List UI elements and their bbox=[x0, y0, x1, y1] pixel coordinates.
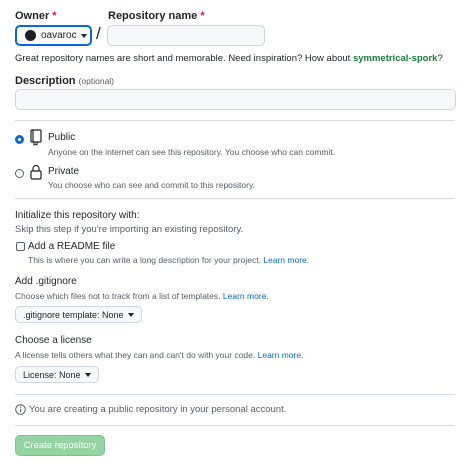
gitignore-description: Choose which files not to track from a l… bbox=[15, 291, 269, 301]
readme-checkbox[interactable] bbox=[16, 242, 25, 251]
owner-name: oavaroc bbox=[41, 30, 77, 41]
suggested-name-link[interactable]: symmetrical-spork bbox=[353, 53, 437, 64]
readme-description: This is where you can write a long descr… bbox=[28, 255, 310, 265]
divider bbox=[15, 394, 455, 395]
init-subtext: Skip this step if you're importing an ex… bbox=[15, 224, 244, 235]
license-button[interactable]: License: None bbox=[15, 366, 99, 383]
public-description: Anyone on the internet can see this repo… bbox=[48, 147, 336, 157]
chevron-down-icon bbox=[84, 372, 91, 377]
public-radio[interactable] bbox=[15, 135, 24, 144]
license-learn-more-link[interactable]: Learn more. bbox=[258, 350, 304, 360]
name-suggestion: Great repository names are short and mem… bbox=[15, 53, 443, 64]
gitignore-heading: Add .gitignore bbox=[15, 276, 77, 287]
init-heading: Initialize this repository with: bbox=[15, 210, 140, 221]
repo-name-input[interactable] bbox=[107, 25, 265, 46]
license-heading: Choose a license bbox=[15, 335, 92, 346]
gitignore-template-button[interactable]: .gitignore template: None bbox=[15, 306, 142, 323]
path-separator: / bbox=[96, 24, 101, 43]
public-label: Public bbox=[48, 132, 76, 143]
private-label: Private bbox=[48, 166, 80, 177]
owner-label: Owner * bbox=[15, 10, 57, 22]
license-description: A license tells others what they can and… bbox=[15, 350, 304, 360]
description-input[interactable] bbox=[15, 89, 456, 110]
gitignore-learn-more-link[interactable]: Learn more. bbox=[223, 291, 269, 301]
divider bbox=[15, 120, 455, 121]
chevron-down-icon bbox=[127, 312, 134, 317]
info-icon bbox=[15, 404, 26, 415]
avatar bbox=[25, 30, 36, 41]
readme-learn-more-link[interactable]: Learn more. bbox=[263, 255, 309, 265]
create-repository-button[interactable]: Create repository bbox=[15, 435, 105, 456]
repo-icon bbox=[30, 129, 42, 146]
readme-label: Add a README file bbox=[28, 241, 116, 252]
divider bbox=[15, 198, 455, 199]
repo-name-label: Repository name * bbox=[108, 10, 205, 22]
description-label: Description (optional) bbox=[15, 75, 115, 87]
chevron-down-icon bbox=[80, 33, 87, 38]
private-radio[interactable] bbox=[15, 169, 24, 178]
visibility-notice: You are creating a public repository in … bbox=[29, 404, 287, 415]
lock-icon bbox=[30, 164, 42, 180]
private-description: You choose who can see and commit to thi… bbox=[48, 180, 255, 190]
owner-dropdown[interactable]: oavaroc bbox=[15, 25, 92, 46]
divider bbox=[15, 425, 455, 426]
